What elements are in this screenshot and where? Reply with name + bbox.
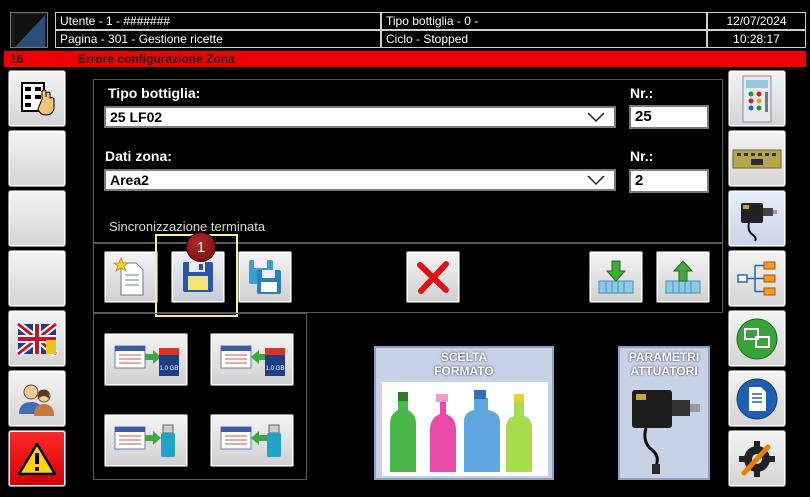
network-hand-icon bbox=[21, 81, 55, 116]
actuator-icon bbox=[741, 202, 777, 242]
import-from-usb-button[interactable] bbox=[210, 414, 294, 467]
plc-board-button[interactable] bbox=[728, 130, 786, 187]
upload-arrow-icon bbox=[665, 260, 701, 294]
format-selection-button[interactable]: SCELTA FORMATO bbox=[374, 346, 554, 480]
zone-data-label: Dati zona: bbox=[105, 148, 172, 164]
language-button[interactable] bbox=[8, 310, 66, 367]
uk-flag-icon bbox=[16, 320, 58, 357]
app-logo bbox=[10, 12, 48, 48]
import-from-sd-button[interactable]: 1.0 GB bbox=[210, 333, 294, 386]
save-as-icon bbox=[249, 260, 281, 294]
export-sd-icon: 1.0 GB bbox=[114, 345, 179, 376]
document-button[interactable] bbox=[728, 370, 786, 427]
tree-diagram-icon bbox=[737, 261, 776, 295]
error-bar: 16 Errore configurazione Zona bbox=[4, 51, 806, 67]
export-to-sd-button[interactable]: 1.0 GB bbox=[104, 333, 188, 386]
status-text: Sincronizzazione terminata bbox=[109, 219, 266, 234]
error-message: Errore configurazione Zona bbox=[78, 52, 235, 66]
bottle-type-field: Tipo bottiglia - 0 - bbox=[381, 12, 707, 30]
import-sd-icon: 1.0 GB bbox=[220, 345, 285, 376]
bottle-type-label: Tipo bottiglia: bbox=[108, 85, 201, 101]
actuator-button[interactable] bbox=[728, 190, 786, 247]
export-usb-icon bbox=[114, 424, 175, 457]
chevron-down-icon bbox=[587, 112, 605, 123]
side-button-empty-1[interactable] bbox=[8, 130, 66, 187]
monitors-connection-icon bbox=[736, 318, 778, 359]
page-field: Pagina - 301 - Gestione ricette bbox=[55, 30, 381, 48]
settings-button[interactable] bbox=[728, 430, 786, 487]
zone-nr-input[interactable]: 2 bbox=[629, 169, 709, 193]
actuator-image bbox=[632, 390, 700, 474]
upload-button[interactable] bbox=[656, 251, 710, 303]
zone-select[interactable]: Area2 bbox=[104, 169, 616, 191]
document-icon bbox=[736, 378, 778, 419]
side-button-empty-2[interactable] bbox=[8, 190, 66, 247]
bottles-image bbox=[382, 382, 548, 476]
network-connection-button[interactable] bbox=[728, 310, 786, 367]
error-code: 16 bbox=[10, 52, 24, 66]
bottle-nr-input[interactable]: 25 bbox=[629, 105, 709, 129]
zone-value: Area2 bbox=[110, 172, 149, 188]
time-field: 10:28:17 bbox=[707, 30, 806, 48]
sd-card-label: 1.0 GB bbox=[160, 366, 179, 372]
new-recipe-button[interactable] bbox=[104, 251, 158, 303]
circuit-board-icon bbox=[732, 149, 782, 168]
save-as-button[interactable] bbox=[238, 251, 292, 303]
control-panel-icon bbox=[742, 75, 772, 122]
download-button[interactable] bbox=[589, 251, 643, 303]
alarm-button[interactable] bbox=[8, 430, 66, 487]
gear-wrench-icon bbox=[739, 440, 775, 477]
actuator-parameters-button[interactable]: PARAMETRI ATTUATORI bbox=[618, 346, 710, 480]
download-arrow-icon bbox=[598, 260, 634, 294]
users-icon bbox=[19, 384, 54, 416]
red-x-icon bbox=[417, 261, 449, 294]
user-field: Utente - 1 - ####### bbox=[55, 12, 381, 30]
new-document-icon bbox=[113, 257, 144, 296]
sd-card-label: 1.0 GB bbox=[266, 366, 285, 372]
warning-icon bbox=[17, 442, 57, 475]
delete-button[interactable] bbox=[406, 251, 460, 303]
bottle-type-select[interactable]: 25 LF02 bbox=[104, 106, 616, 128]
date-field: 12/07/2024 bbox=[707, 12, 806, 30]
bottle-nr-label: Nr.: bbox=[630, 85, 654, 101]
zone-nr-label: Nr.: bbox=[630, 148, 654, 164]
users-button[interactable] bbox=[8, 370, 66, 427]
control-panel-button[interactable] bbox=[728, 70, 786, 127]
recipe-hand-button[interactable] bbox=[8, 70, 66, 127]
network-tree-button[interactable] bbox=[728, 250, 786, 307]
format-selection-label: SCELTA FORMATO bbox=[434, 350, 494, 378]
chevron-down-icon bbox=[587, 175, 605, 186]
export-to-usb-button[interactable] bbox=[104, 414, 188, 467]
actuator-parameters-label: PARAMETRI ATTUATORI bbox=[628, 350, 700, 378]
annotation-badge: 1 bbox=[186, 232, 216, 262]
cycle-field: Ciclo - Stopped bbox=[381, 30, 707, 48]
import-usb-icon bbox=[220, 424, 281, 457]
bottle-type-value: 25 LF02 bbox=[110, 109, 163, 125]
side-button-empty-3[interactable] bbox=[8, 250, 66, 307]
